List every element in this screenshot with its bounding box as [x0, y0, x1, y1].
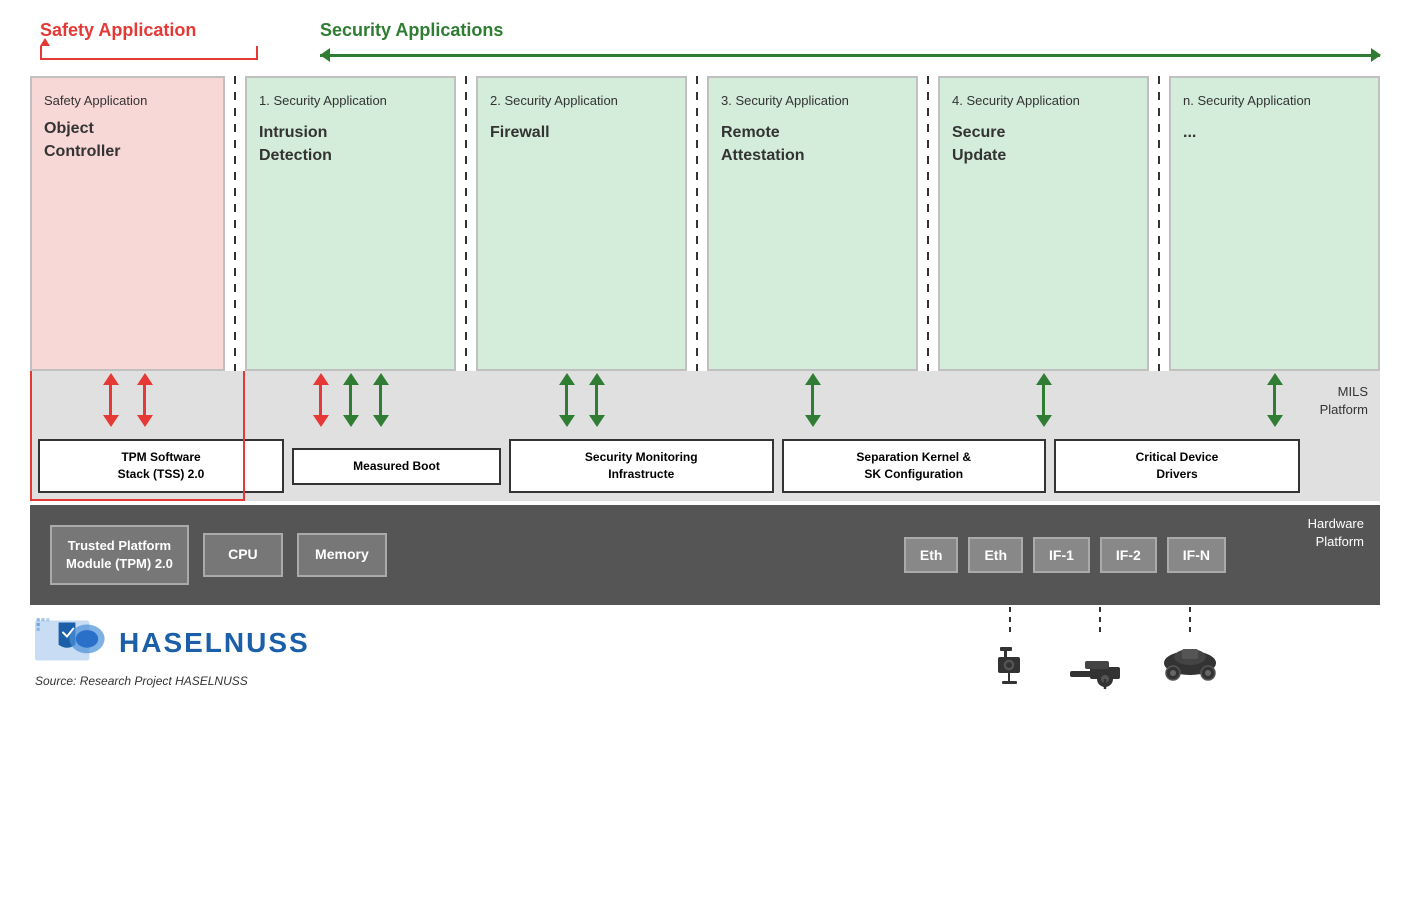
security-app-3-name: RemoteAttestation [721, 122, 904, 167]
security-bracket [320, 54, 1380, 57]
hardware-platform-band: HardwarePlatform Trusted PlatformModule … [30, 505, 1380, 605]
turret-icon [1065, 635, 1135, 690]
haselnuss-logo-text: HASELNUSS [119, 627, 310, 659]
main-container: Safety Application Security Applications… [0, 0, 1410, 903]
smi-box: Security MonitoringInfrastructe [509, 439, 774, 493]
sep-5 [1149, 76, 1169, 371]
security-app-4-box: 4. Security Application SecureUpdate [938, 76, 1149, 371]
vehicle-icon [1158, 635, 1223, 685]
security-app-1-number: 1. Security Application [259, 92, 442, 110]
source-text: Source: Research Project HASELNUSS [35, 674, 310, 688]
surveillance-camera-icon [988, 635, 1032, 690]
security-app-n-number: n. Security Application [1183, 92, 1366, 110]
safety-app-box: Safety Application ObjectController [30, 76, 225, 371]
sep-4 [918, 76, 938, 371]
security-app-n-box: n. Security Application ... [1169, 76, 1380, 371]
safety-app-title: Safety Application [44, 92, 211, 110]
security-app-3-number: 3. Security Application [721, 92, 904, 110]
hardware-platform-label: HardwarePlatform [1308, 515, 1364, 551]
security-app-2-number: 2. Security Application [490, 92, 673, 110]
security-app-3-box: 3. Security Application RemoteAttestatio… [707, 76, 918, 371]
sk-box: Separation Kernel &SK Configuration [782, 439, 1047, 493]
mils-platform-label: MILSPlatform [1320, 383, 1368, 419]
safety-bracket [40, 46, 258, 60]
sep-2 [456, 76, 476, 371]
security-app-n-name: ... [1183, 122, 1366, 144]
tpm-stack-box: TPM SoftwareStack (TSS) 2.0 [38, 439, 284, 493]
header-section: Safety Application Security Applications [30, 20, 1380, 68]
if2-box: IF-2 [1100, 537, 1157, 573]
security-applications-label: Security Applications [320, 20, 503, 41]
security-app-4-name: SecureUpdate [952, 122, 1135, 167]
measured-boot-box: Measured Boot [292, 448, 501, 485]
security-app-4-number: 4. Security Application [952, 92, 1135, 110]
security-app-1-name: IntrusionDetection [259, 122, 442, 167]
safety-application-label: Safety Application [40, 20, 196, 41]
cpu-box: CPU [203, 533, 283, 577]
mils-platform-band: MILSPlatform TPM SoftwareStack (TSS) 2.0… [30, 371, 1380, 501]
ifn-box: IF-N [1167, 537, 1226, 573]
safety-app-name: ObjectController [44, 118, 211, 163]
sep-3 [687, 76, 707, 371]
tpm-hw-box: Trusted PlatformModule (TPM) 2.0 [50, 525, 189, 585]
cdd-box: Critical DeviceDrivers [1054, 439, 1300, 493]
sep-1 [225, 76, 245, 371]
haselnuss-logo-icon [35, 615, 115, 670]
eth1-box: Eth [904, 537, 959, 573]
security-app-2-name: Firewall [490, 122, 673, 144]
memory-box: Memory [297, 533, 387, 577]
if1-box: IF-1 [1033, 537, 1090, 573]
security-app-1-box: 1. Security Application IntrusionDetecti… [245, 76, 456, 371]
eth2-box: Eth [968, 537, 1023, 573]
security-app-2-box: 2. Security Application Firewall [476, 76, 687, 371]
